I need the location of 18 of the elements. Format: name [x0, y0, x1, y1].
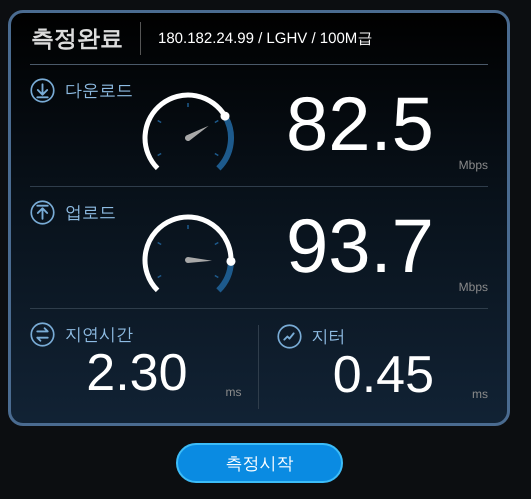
unit-label: ms: [226, 385, 242, 399]
metric-value: 0.45: [332, 347, 434, 403]
status-title: 측정완료: [30, 24, 123, 53]
start-button[interactable]: 측정시작: [176, 443, 343, 483]
upload-icon: [30, 200, 55, 224]
unit-label: Mbps: [458, 280, 488, 294]
speed-value: 82.5: [286, 85, 434, 165]
speed-value: 93.7: [286, 207, 434, 287]
connection-info: 180.182.24.99 / LGHV / 100M급: [158, 29, 372, 48]
swap-arrows-icon: [30, 322, 55, 346]
section-label: 다운로드: [65, 80, 133, 102]
unit-label: ms: [472, 387, 488, 401]
section-label: 지터: [312, 326, 346, 348]
unit-label: Mbps: [458, 158, 488, 172]
section-label: 업로드: [65, 202, 116, 224]
metric-value: 2.30: [86, 345, 188, 401]
section-label: 지연시간: [65, 324, 133, 346]
download-icon: [30, 78, 55, 102]
